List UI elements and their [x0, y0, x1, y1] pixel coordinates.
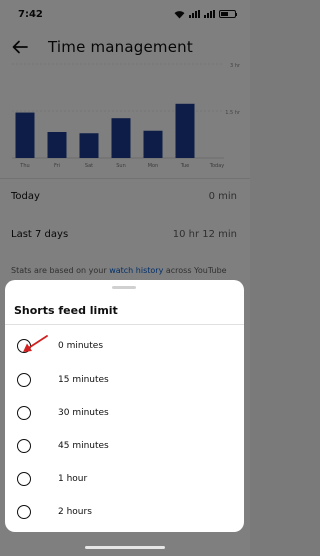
annotation-arrow-icon — [23, 335, 48, 352]
drag-handle[interactable] — [112, 286, 136, 289]
option-label: 45 minutes — [58, 440, 109, 451]
radio-icon[interactable] — [17, 471, 31, 486]
divider — [5, 324, 244, 325]
home-indicator[interactable] — [85, 546, 165, 549]
option-label: 1 hour — [58, 473, 88, 484]
option-15-minutes[interactable]: 15 minutes — [5, 363, 244, 396]
system-nav-bar — [0, 532, 250, 556]
sheet-title: Shorts feed limit — [14, 304, 118, 317]
option-label: 30 minutes — [58, 407, 109, 418]
option-45-minutes[interactable]: 45 minutes — [5, 429, 244, 462]
option-2-hours[interactable]: 2 hours — [5, 495, 244, 528]
option-label: 2 hours — [58, 506, 92, 517]
shorts-feed-limit-sheet: Shorts feed limit 0 minutes 15 minutes 3… — [5, 280, 244, 532]
radio-icon[interactable] — [17, 372, 31, 387]
option-30-minutes[interactable]: 30 minutes — [5, 396, 244, 429]
screen: 7:42 Time management 3 hr1.5 hrThuFriSat… — [0, 0, 250, 556]
option-1-hour[interactable]: 1 hour — [5, 462, 244, 495]
option-label: 15 minutes — [58, 374, 109, 385]
radio-icon[interactable] — [17, 405, 31, 420]
radio-icon[interactable] — [17, 504, 31, 519]
radio-icon[interactable] — [17, 438, 31, 453]
option-label: 0 minutes — [58, 340, 104, 351]
